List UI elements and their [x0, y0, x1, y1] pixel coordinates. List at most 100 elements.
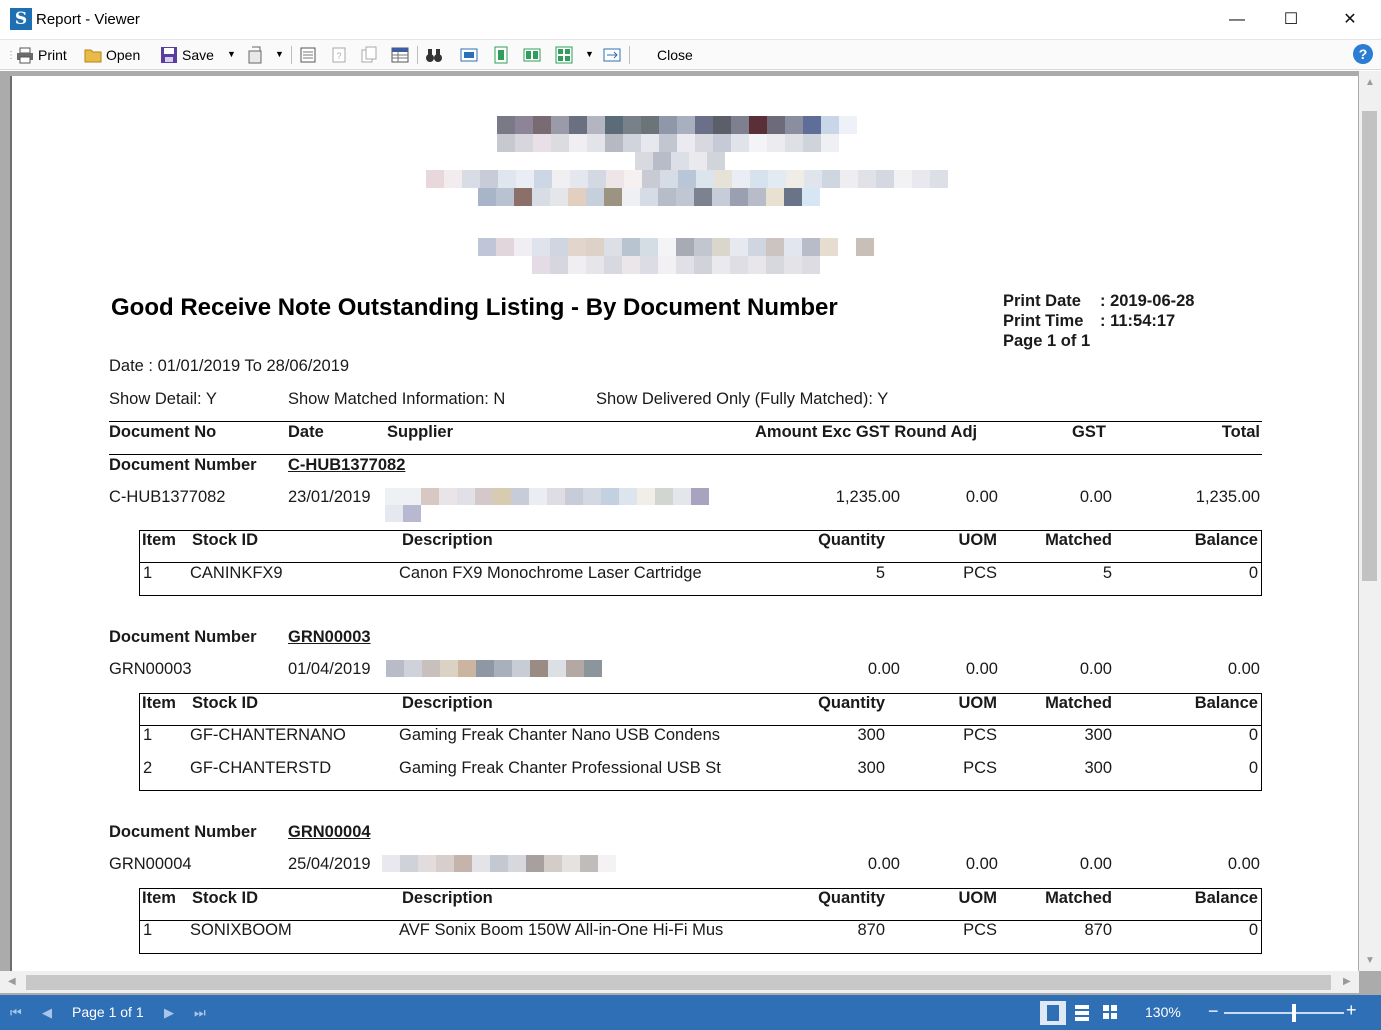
- copy-icon[interactable]: [359, 45, 379, 65]
- close-window-button[interactable]: ✕: [1327, 0, 1373, 40]
- scroll-right-icon[interactable]: ▶: [1343, 976, 1351, 987]
- previous-page-icon[interactable]: ◀: [42, 1005, 52, 1021]
- detail-item: 1: [143, 726, 153, 744]
- single-page-view-icon: [1047, 1005, 1059, 1021]
- help-icon[interactable]: ?: [1353, 44, 1373, 64]
- show-detail: Show Detail: Y: [109, 390, 217, 408]
- open-label: Open: [106, 47, 141, 63]
- maximize-button[interactable]: ☐: [1268, 0, 1314, 40]
- app-logo-icon: S: [10, 8, 32, 30]
- detail-uom: PCS: [963, 921, 997, 939]
- print-button[interactable]: Print: [16, 44, 67, 66]
- row-amount: 1,235.00: [835, 488, 900, 506]
- show-matched: Show Matched Information: N: [288, 390, 506, 408]
- last-page-icon[interactable]: ⏭: [194, 1005, 206, 1021]
- table-view-icon[interactable]: [390, 45, 410, 65]
- continuous-view-icon: [1075, 1005, 1089, 1009]
- pages-dropdown-icon[interactable]: ▼: [585, 49, 594, 59]
- multiple-pages-icon[interactable]: [554, 45, 574, 65]
- minimize-button[interactable]: —: [1214, 0, 1260, 40]
- detail-header-stock-id: Stock ID: [192, 531, 259, 549]
- floppy-disk-icon: [161, 47, 177, 63]
- show-delivered: Show Delivered Only (Fully Matched): Y: [596, 390, 889, 408]
- detail-quantity: 300: [857, 759, 885, 777]
- detail-quantity: 870: [857, 921, 885, 939]
- doc-number-value: C-HUB1377082: [288, 456, 406, 474]
- save-dropdown-icon[interactable]: ▼: [227, 49, 236, 59]
- scroll-left-icon[interactable]: ◀: [8, 976, 16, 987]
- detail-matched: 300: [1084, 759, 1112, 777]
- row-doc-no: C-HUB1377082: [109, 488, 226, 506]
- two-pages-icon[interactable]: [522, 45, 542, 65]
- single-page-icon[interactable]: [459, 45, 479, 65]
- horizontal-scroll-thumb[interactable]: [26, 975, 1331, 990]
- detail-header-item: Item: [142, 889, 176, 907]
- next-page-icon[interactable]: ▶: [164, 1005, 174, 1021]
- find-binoculars-icon[interactable]: [424, 45, 444, 65]
- detail-item: 1: [143, 921, 153, 939]
- first-page-icon[interactable]: ⏮: [10, 1005, 22, 1021]
- row-doc-no: GRN00003: [109, 660, 192, 678]
- detail-header-rule: [139, 562, 1262, 563]
- single-page-view-button[interactable]: [1040, 1001, 1066, 1025]
- report-title: Good Receive Note Outstanding Listing - …: [111, 294, 838, 321]
- detail-header-item: Item: [142, 531, 176, 549]
- detail-quantity: 5: [875, 564, 885, 582]
- zoom-in-icon[interactable]: +: [1346, 1000, 1357, 1021]
- parameters-icon[interactable]: ?: [329, 45, 349, 65]
- col-header-supplier: Supplier: [387, 423, 454, 441]
- company-address-redacted: [426, 170, 948, 188]
- svg-text:?: ?: [336, 51, 341, 61]
- detail-description: Gaming Freak Chanter Professional USB St: [399, 759, 721, 777]
- multi-page-view-icon: [1103, 1005, 1109, 1011]
- export-dropdown-icon[interactable]: ▼: [275, 49, 284, 59]
- detail-stock-id: GF-CHANTERSTD: [190, 759, 332, 777]
- detail-balance: 0: [1248, 921, 1258, 939]
- toolbar-divider: [629, 46, 630, 64]
- zoom-slider-thumb[interactable]: [1291, 1004, 1296, 1022]
- open-button[interactable]: Open: [84, 44, 140, 66]
- vertical-scroll-thumb[interactable]: [1362, 111, 1377, 581]
- print-date-value: : 2019-06-28: [1100, 292, 1195, 310]
- detail-header-balance: Balance: [1194, 889, 1258, 907]
- supplier-redacted: [382, 855, 616, 872]
- export-icon[interactable]: [246, 45, 266, 65]
- save-button[interactable]: Save: [160, 44, 214, 66]
- date-range: Date : 01/01/2019 To 28/06/2019: [109, 357, 350, 375]
- zoom-out-icon[interactable]: −: [1208, 1001, 1219, 1022]
- row-date: 23/01/2019: [288, 488, 371, 506]
- print-date-label: Print Date: [1003, 292, 1081, 310]
- col-header-gst: GST: [1072, 423, 1106, 441]
- row-date: 01/04/2019: [288, 660, 371, 678]
- header-top-rule: [109, 421, 1262, 422]
- toolbar-divider: [291, 46, 292, 64]
- doc-number-label: Document Number: [109, 823, 257, 841]
- multi-page-view-button[interactable]: [1103, 1005, 1117, 1019]
- detail-header-description: Description: [402, 889, 493, 907]
- close-label: Close: [657, 47, 693, 63]
- full-screen-icon[interactable]: [602, 45, 622, 65]
- detail-description: AVF Sonix Boom 150W All-in-One Hi-Fi Mus: [399, 921, 724, 939]
- doc-number-value: GRN00003: [288, 628, 371, 646]
- scroll-up-icon[interactable]: ▲: [1365, 77, 1375, 88]
- row-gst: 0.00: [1079, 855, 1112, 873]
- detail-header-quantity: Quantity: [818, 889, 885, 907]
- supplier-redacted: [386, 660, 602, 677]
- window-title: Report - Viewer: [36, 11, 140, 28]
- document-map-icon[interactable]: [298, 45, 318, 65]
- vertical-scrollbar[interactable]: ▲ ▼: [1359, 71, 1381, 971]
- page-width-icon[interactable]: [491, 45, 511, 65]
- company-contact2-redacted: [532, 256, 820, 274]
- continuous-view-icon-bar: [1075, 1017, 1089, 1021]
- row-round-adj: 0.00: [965, 660, 998, 678]
- zoom-slider-track[interactable]: [1224, 1012, 1344, 1014]
- close-report-button[interactable]: Close: [657, 44, 693, 66]
- company-contact-redacted: [478, 238, 874, 256]
- print-time-value: : 11:54:17: [1100, 312, 1176, 330]
- scroll-down-icon[interactable]: ▼: [1365, 955, 1375, 966]
- col-header-total: Total: [1221, 423, 1260, 441]
- detail-balance: 0: [1248, 726, 1258, 744]
- company-address2-redacted: [478, 188, 820, 206]
- horizontal-scrollbar[interactable]: ◀ ▶: [0, 971, 1359, 993]
- continuous-view-button[interactable]: [1075, 1005, 1089, 1021]
